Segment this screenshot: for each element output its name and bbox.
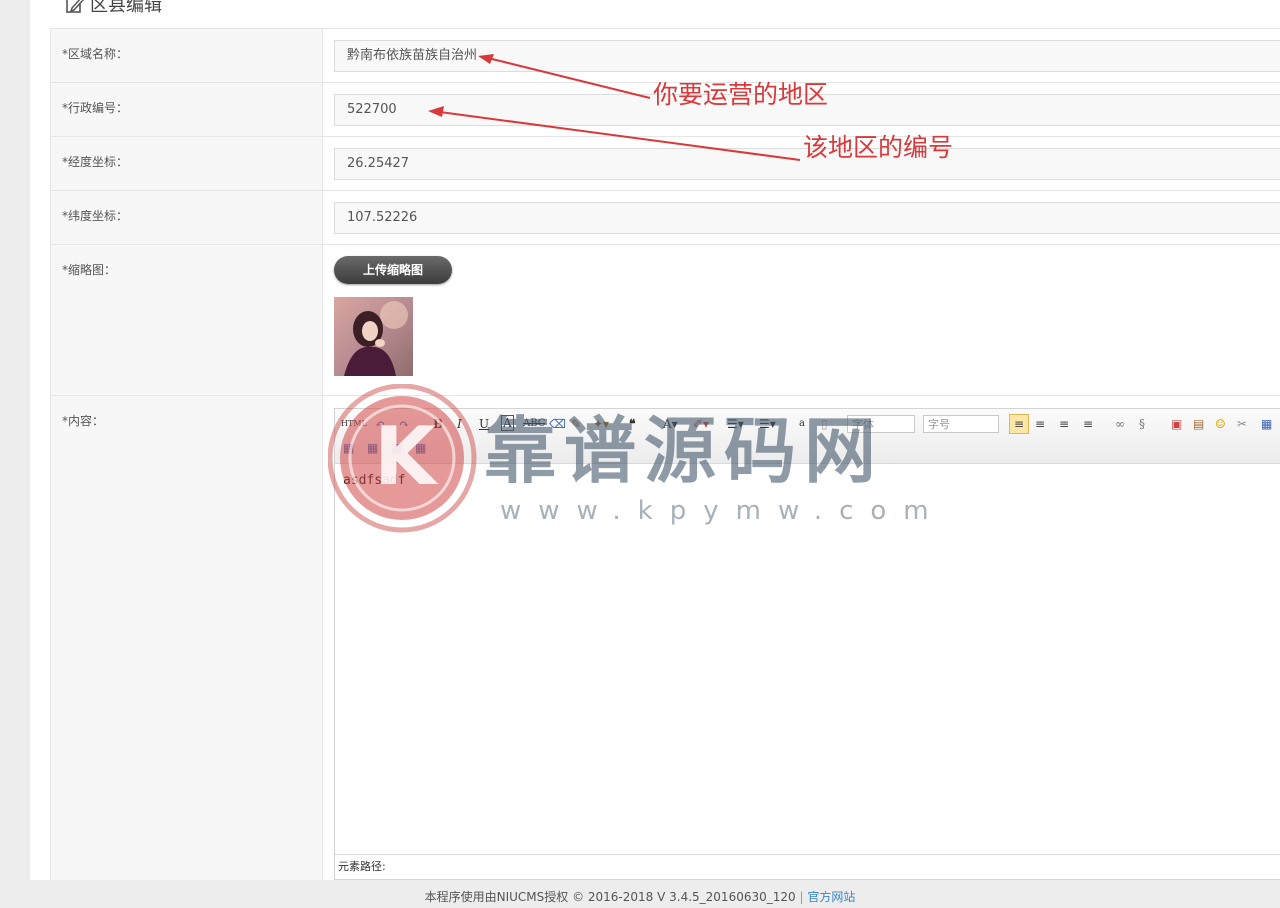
- footer-separator: |: [799, 890, 804, 904]
- footer-copyright: 本程序使用由NIUCMS授权 © 2016-2018 V 3.4.5_20160…: [424, 890, 796, 904]
- annotation-arrows: [428, 54, 801, 161]
- arrow-head-code: [428, 106, 444, 117]
- arrow-head-region: [478, 54, 494, 64]
- annotation-region: 你要运营的地区: [653, 80, 829, 109]
- annotation-code: 该地区的编号: [803, 133, 954, 162]
- official-site-link[interactable]: 官方网站: [807, 890, 855, 904]
- footer: 本程序使用由NIUCMS授权 © 2016-2018 V 3.4.5_20160…: [0, 888, 1280, 905]
